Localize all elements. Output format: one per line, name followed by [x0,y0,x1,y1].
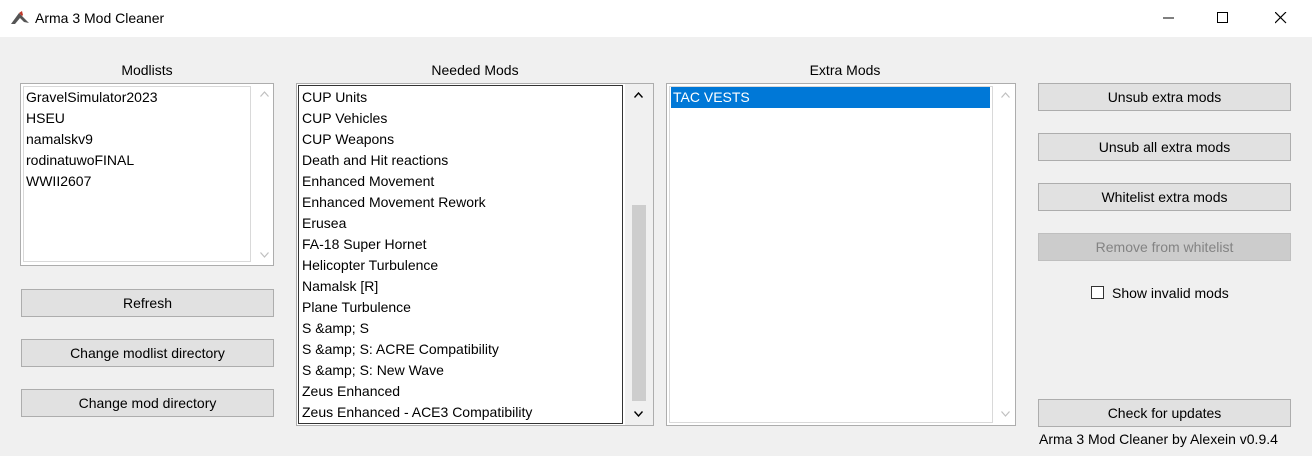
needed-mod-item[interactable]: Zeus Enhanced - ACE3 Compatibility [300,402,619,423]
needed-mod-item[interactable]: S &amp; S [300,318,619,339]
modlist-item[interactable]: rodinatuwoFINAL [24,150,255,171]
scroll-up-icon[interactable] [260,91,269,97]
app-icon [11,11,29,24]
needed-mods-listbox[interactable]: CUP Units CUP Vehicles CUP Weapons Death… [296,83,654,426]
needed-mods-scroll-thumb[interactable] [632,205,646,401]
scroll-up-icon[interactable] [634,92,643,98]
scroll-down-icon[interactable] [1001,411,1010,417]
unsub-all-extra-mods-button[interactable]: Unsub all extra mods [1038,133,1291,161]
extra-mods-listbox[interactable]: TAC VESTS [666,83,1016,426]
remove-from-whitelist-button[interactable]: Remove from whitelist [1038,233,1291,261]
needed-mod-item[interactable]: Death and Hit reactions [300,150,619,171]
scroll-up-icon[interactable] [1001,92,1010,98]
needed-mod-item[interactable]: CUP Units [300,87,619,108]
scroll-down-icon[interactable] [634,411,643,417]
needed-mod-item[interactable]: Zeus Enhanced [300,381,619,402]
needed-mod-item[interactable]: Plane Turbulence [300,297,619,318]
maximize-button[interactable] [1194,0,1252,37]
modlists-scrollbar[interactable] [256,84,273,265]
needed-mod-item[interactable]: Namalsk [R] [300,276,619,297]
window-title: Arma 3 Mod Cleaner [35,10,165,26]
needed-mod-item[interactable]: S &amp; S: New Wave [300,360,619,381]
needed-mod-item[interactable]: CUP Vehicles [300,108,619,129]
scroll-down-icon[interactable] [260,252,269,258]
show-invalid-mods-checkbox[interactable] [1091,286,1104,299]
change-modlist-directory-button[interactable]: Change modlist directory [21,339,274,367]
modlists-label: Modlists [121,62,173,78]
change-mod-directory-button[interactable]: Change mod directory [21,389,274,417]
minimize-icon [1163,17,1174,19]
credit-text: Arma 3 Mod Cleaner by Alexein v0.9.4 [1039,431,1278,447]
needed-mod-item[interactable]: FA-18 Super Hornet [300,234,619,255]
needed-mod-item[interactable]: Helicopter Turbulence [300,255,619,276]
needed-mod-item[interactable]: Erusea [300,213,619,234]
needed-mods-label: Needed Mods [431,62,519,78]
unsub-extra-mods-button[interactable]: Unsub extra mods [1038,83,1291,111]
maximize-icon [1217,12,1228,23]
extra-mods-scrollbar[interactable] [995,84,1015,425]
whitelist-extra-mods-button[interactable]: Whitelist extra mods [1038,183,1291,211]
show-invalid-mods-label: Show invalid mods [1112,285,1229,301]
needed-mod-item[interactable]: Enhanced Movement [300,171,619,192]
check-for-updates-button[interactable]: Check for updates [1038,399,1291,427]
close-button[interactable] [1252,0,1310,37]
modlist-item[interactable]: WWII2607 [24,171,255,192]
refresh-button[interactable]: Refresh [21,289,274,317]
extra-mods-label: Extra Mods [809,62,881,78]
extra-mod-item[interactable]: TAC VESTS [671,87,990,108]
modlist-item[interactable]: namalskv9 [24,129,255,150]
modlist-item[interactable]: HSEU [24,108,255,129]
title-bar: Arma 3 Mod Cleaner [0,0,1312,37]
modlist-item[interactable]: GravelSimulator2023 [24,87,255,108]
needed-mod-item[interactable]: Enhanced Movement Rework [300,192,619,213]
needed-mod-item[interactable]: S &amp; S: ACRE Compatibility [300,339,619,360]
needed-mods-scrollbar[interactable] [625,84,653,425]
needed-mod-item[interactable]: CUP Weapons [300,129,619,150]
modlists-listbox[interactable]: GravelSimulator2023 HSEU namalskv9 rodin… [20,83,274,266]
close-icon [1275,12,1287,24]
minimize-button[interactable] [1140,0,1198,37]
